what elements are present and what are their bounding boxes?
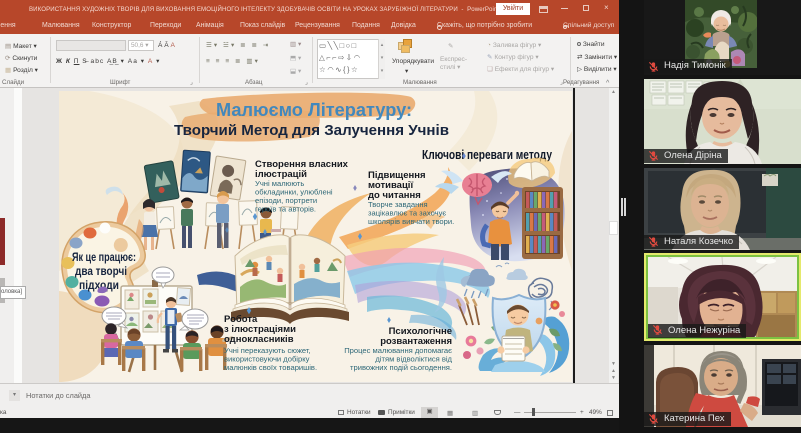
svg-text:Малюємо Літературу:: Малюємо Літературу: [216, 100, 412, 120]
svg-text:однокласників: однокласників [224, 334, 294, 345]
svg-text:героїв та авторів.: героїв та авторів. [255, 205, 316, 214]
svg-text:два творчі: два творчі [75, 266, 127, 278]
svg-text:тривожних подій сьогодення.: тривожних подій сьогодення. [350, 363, 452, 372]
svg-text:школярів вивчати твори.: школярів вивчати твори. [368, 217, 454, 226]
svg-text:Творчий Метод для Залучення Уч: Творчий Метод для Залучення Учнів [174, 122, 449, 139]
svg-text:малюнків своїх товаришів.: малюнків своїх товаришів. [224, 363, 317, 372]
svg-text:Як це працює:: Як це працює: [72, 252, 136, 264]
